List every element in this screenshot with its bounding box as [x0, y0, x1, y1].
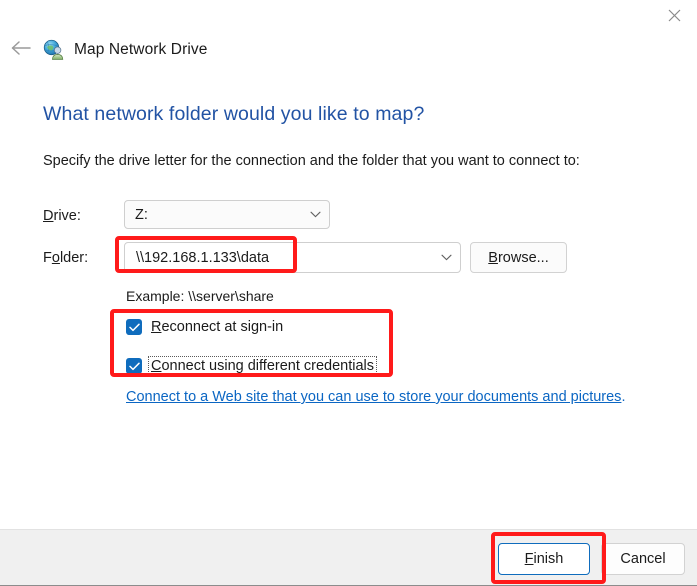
web-site-link-period: .	[621, 389, 626, 405]
drive-select-value: Z:	[135, 206, 148, 223]
cancel-button[interactable]: Cancel	[601, 543, 685, 575]
folder-label-accel: o	[51, 250, 60, 266]
map-network-drive-dialog: Map Network Drive What network folder wo…	[0, 0, 697, 586]
page-subtitle: Specify the drive letter for the connect…	[43, 153, 580, 169]
finish-label-accel: F	[524, 551, 534, 567]
browse-label-accel: B	[488, 249, 498, 266]
checkbox-credentials-label: Connect using different credentials	[147, 356, 378, 376]
checkbox-reconnect-text: econnect at sign-in	[161, 319, 284, 335]
back-arrow-icon	[10, 39, 32, 62]
browse-button[interactable]: Browse...	[470, 242, 567, 273]
chevron-down-icon	[301, 211, 329, 218]
browse-label-rest: rowse...	[497, 249, 549, 266]
drive-select[interactable]: Z:	[124, 200, 330, 229]
close-button[interactable]	[651, 0, 697, 30]
cancel-label: Cancel	[620, 551, 666, 567]
network-drive-globe-icon	[42, 38, 66, 62]
dialog-footer: Finish Cancel	[0, 529, 697, 586]
folder-combo-value: \\192.168.1.133\data	[136, 249, 270, 266]
folder-combo-input[interactable]: \\192.168.1.133\data	[124, 242, 461, 273]
chevron-down-icon[interactable]	[432, 254, 460, 261]
folder-label: Folder:	[43, 250, 88, 266]
folder-label-rest: lder:	[59, 250, 89, 266]
folder-example-text: Example: \\server\share	[126, 288, 274, 304]
dialog-titlebar: Map Network Drive	[0, 33, 697, 67]
dialog-content: What network folder would you like to ma…	[0, 67, 697, 530]
connect-to-web-site-link[interactable]: Connect to a Web site that you can use t…	[126, 389, 625, 405]
drive-label: Drive:	[43, 208, 81, 224]
checkbox-checked-icon	[126, 319, 142, 335]
folder-label-pre: F	[43, 250, 52, 266]
page-title: What network folder would you like to ma…	[43, 103, 425, 125]
checkbox-reconnect-accel: R	[151, 319, 162, 335]
checkbox-credentials-accel: C	[151, 358, 162, 374]
drive-label-accel: D	[43, 208, 54, 224]
checkbox-reconnect-label: Reconnect at sign-in	[149, 318, 285, 336]
checkbox-connect-using-different-credentials[interactable]: Connect using different credentials	[126, 355, 378, 377]
checkbox-checked-icon	[126, 358, 142, 374]
checkbox-credentials-text: onnect using different credentials	[161, 358, 375, 374]
finish-label-rest: inish	[533, 551, 564, 567]
web-site-link-text: Connect to a Web site that you can use t…	[126, 389, 622, 405]
drive-label-rest: rive:	[53, 208, 81, 224]
close-icon	[668, 9, 681, 22]
checkbox-reconnect-at-sign-in[interactable]: Reconnect at sign-in	[126, 316, 285, 338]
finish-button[interactable]: Finish	[498, 543, 590, 575]
back-button[interactable]	[0, 33, 42, 67]
dialog-title: Map Network Drive	[74, 41, 208, 58]
